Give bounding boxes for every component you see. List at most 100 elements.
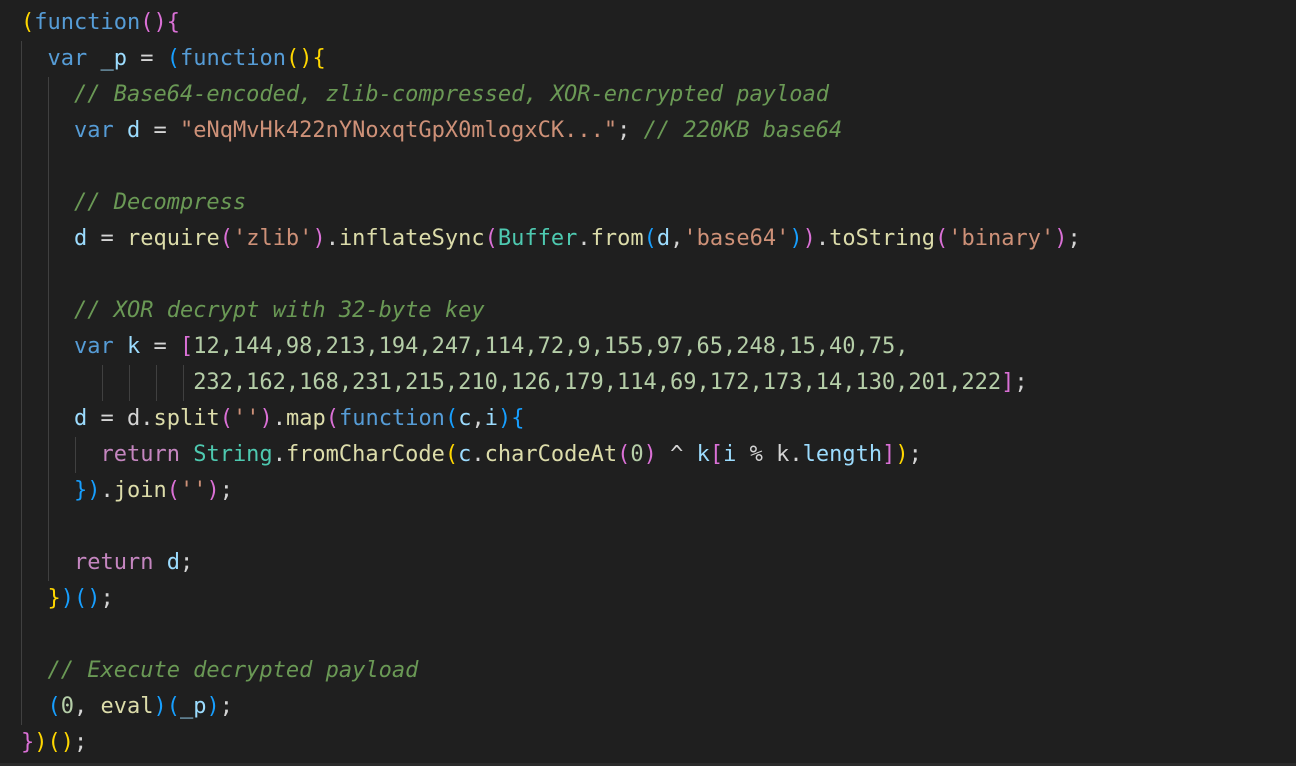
- code-token: (: [166, 478, 180, 503]
- code-line[interactable]: (function(){: [21, 5, 1081, 41]
- code-token: eval: [100, 694, 154, 719]
- code-token: i: [484, 406, 498, 431]
- code-line[interactable]: 232,162,168,231,215,210,126,179,114,69,1…: [21, 365, 1081, 401]
- code-token: d: [166, 550, 180, 575]
- code-line[interactable]: return d;: [21, 545, 1081, 581]
- code-line[interactable]: [21, 149, 1081, 185]
- code-token: ;: [100, 586, 114, 611]
- code-token: (: [47, 694, 61, 719]
- code-token: (: [484, 226, 498, 251]
- code-token: (: [444, 406, 459, 431]
- code-token: ): [789, 226, 803, 251]
- code-token: (: [325, 406, 339, 431]
- code-token: .: [272, 442, 286, 467]
- code-line[interactable]: })();: [21, 581, 1081, 617]
- code-token: .: [272, 406, 286, 431]
- code-line[interactable]: d = require('zlib').inflateSync(Buffer.f…: [21, 221, 1081, 257]
- code-token: =: [126, 46, 167, 71]
- code-token: }): [73, 478, 101, 503]
- code-line[interactable]: d = d.split('').map(function(c,i){: [21, 401, 1081, 437]
- code-token: }: [47, 586, 61, 611]
- code-token: // XOR decrypt with 32-byte key: [21, 298, 485, 323]
- code-line[interactable]: var _p = (function(){: [21, 41, 1081, 77]
- code-line[interactable]: // XOR decrypt with 32-byte key: [21, 293, 1081, 329]
- code-token: // Decompress: [21, 190, 247, 215]
- code-token: ;: [1067, 226, 1081, 251]
- code-editor[interactable]: (function(){ var _p = (function(){ // Ba…: [0, 0, 1296, 766]
- code-line[interactable]: return String.fromCharCode(c.charCodeAt(…: [21, 437, 1081, 473]
- code-token: ): [312, 226, 326, 251]
- code-token: ): [497, 406, 512, 431]
- code-line[interactable]: }).join('');: [21, 473, 1081, 509]
- code-token: ;: [617, 118, 644, 143]
- code-token: 12,144,98,213,194,247,114,72,9,155,97,65…: [193, 334, 909, 359]
- code-token: return: [21, 442, 180, 467]
- code-line[interactable]: [21, 257, 1081, 293]
- code-token: (): [74, 586, 101, 611]
- code-token: d: [73, 406, 88, 431]
- code-token: 'zlib': [232, 226, 313, 251]
- code-token: .: [140, 406, 154, 431]
- code-line[interactable]: [21, 509, 1081, 545]
- code-token: ]: [1001, 370, 1015, 395]
- code-token: inflateSync: [338, 226, 485, 251]
- code-line[interactable]: var d = "eNqMvHk422nYNoxqtGpX0mlogxCK...…: [21, 113, 1081, 149]
- code-token: .: [325, 226, 339, 251]
- code-token: ,: [74, 694, 101, 719]
- code-token: .: [577, 226, 591, 251]
- code-token: d: [73, 226, 88, 251]
- code-line[interactable]: (0, eval)(_p);: [21, 689, 1081, 725]
- code-token: (: [166, 694, 180, 719]
- code-line[interactable]: [21, 617, 1081, 653]
- code-token: ): [259, 406, 273, 431]
- code-token: ): [60, 586, 74, 611]
- code-token: from: [590, 226, 644, 251]
- code-token: Buffer: [497, 226, 578, 251]
- code-token: charCodeAt: [484, 442, 618, 467]
- code-token: var: [21, 334, 114, 359]
- code-token: ): [1054, 226, 1068, 251]
- code-token: .: [100, 478, 114, 503]
- code-token: (: [21, 10, 35, 35]
- code-token: }: [21, 730, 35, 755]
- code-line[interactable]: // Execute decrypted payload: [21, 653, 1081, 689]
- code-token: length: [802, 442, 883, 467]
- code-line[interactable]: })();: [21, 725, 1081, 761]
- code-token: ;: [1014, 370, 1028, 395]
- code-token: var: [21, 118, 114, 143]
- code-content[interactable]: (function(){ var _p = (function(){ // Ba…: [21, 5, 1081, 761]
- code-line[interactable]: // Base64-encoded, zlib-compressed, XOR-…: [21, 77, 1081, 113]
- code-token: i: [723, 442, 737, 467]
- code-token: ,: [670, 226, 684, 251]
- code-token: =: [87, 406, 127, 431]
- code-token: fromCharCode: [285, 442, 445, 467]
- code-token: ): [206, 694, 220, 719]
- code-token: '': [179, 478, 207, 503]
- code-token: ): [34, 730, 48, 755]
- code-line[interactable]: var k = [12,144,98,213,194,247,114,72,9,…: [21, 329, 1081, 365]
- code-token: [: [709, 442, 724, 467]
- code-token: ): [206, 478, 220, 503]
- code-token: 'base64': [683, 226, 790, 251]
- code-token: function: [179, 46, 286, 71]
- code-token: %: [736, 442, 777, 467]
- code-token: =: [140, 118, 180, 143]
- code-token: (: [166, 46, 180, 71]
- code-token: d: [126, 118, 141, 143]
- code-token: (){: [140, 10, 180, 35]
- code-token: ): [802, 226, 816, 251]
- code-token: (: [444, 442, 459, 467]
- code-token: (: [219, 406, 233, 431]
- code-token: ;: [219, 478, 233, 503]
- code-token: {: [511, 406, 525, 431]
- code-token: function: [34, 10, 141, 35]
- code-token: (: [935, 226, 949, 251]
- code-line[interactable]: // Decompress: [21, 185, 1081, 221]
